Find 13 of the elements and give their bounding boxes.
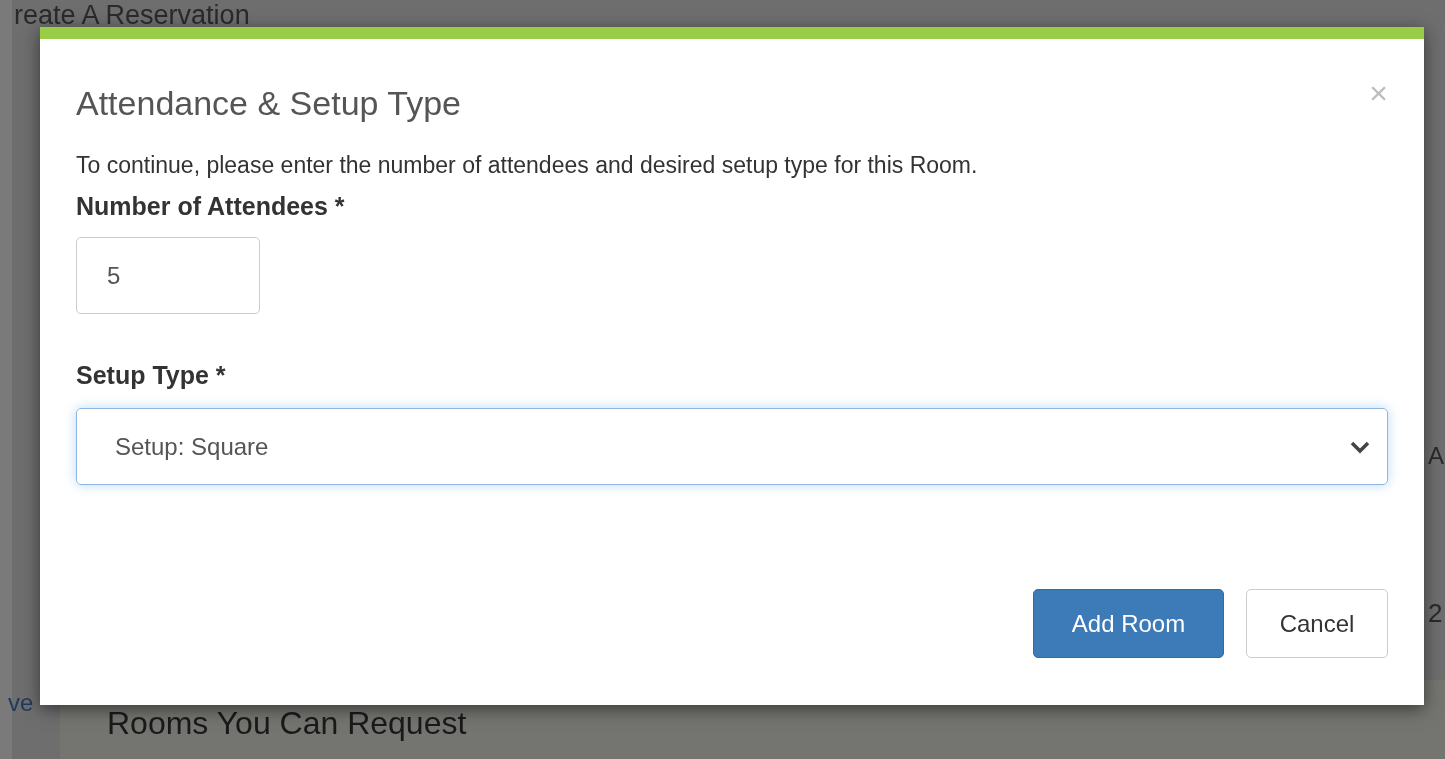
column-fragment: A [1428,441,1444,471]
add-room-button[interactable]: Add Room [1033,589,1224,658]
field-label: Setup Type * [76,360,227,391]
dialog-title: Attendance & Setup Type [76,83,461,124]
field-label: Number of Attendees * [76,191,346,222]
section-heading: Rooms You Can Request [107,704,467,743]
cell-fragment: 2 [1428,597,1443,630]
attendees-field[interactable]: 5 [76,237,260,314]
chevron-down-icon [1349,439,1371,454]
page-title: reate A Reservation [14,0,250,30]
dialog-description: To continue, please enter the number of attendees and desired setup type for this Room. [76,151,979,180]
setup-type-select[interactable]: Setup: Square [76,408,1388,485]
cancel-button[interactable]: Cancel [1246,589,1388,658]
